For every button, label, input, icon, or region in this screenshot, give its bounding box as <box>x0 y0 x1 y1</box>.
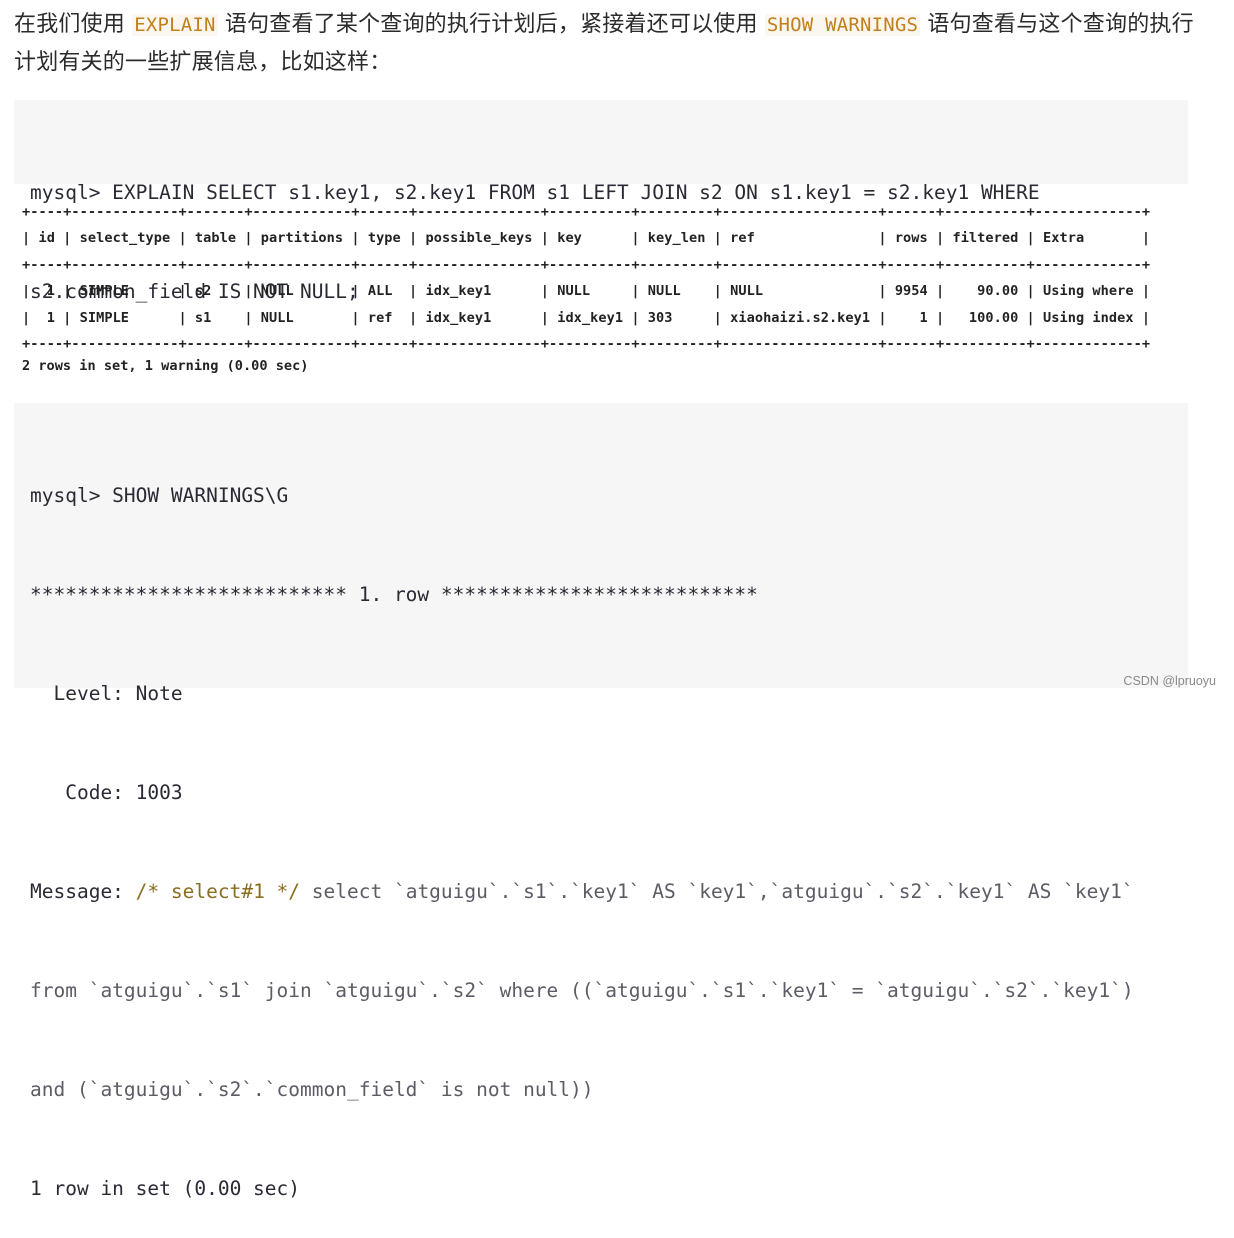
code-value: 1003 <box>123 781 183 804</box>
level-label: Level: <box>30 682 124 705</box>
message-continuation: from `atguigu`.`s1` join `atguigu`.`s2` … <box>30 979 1134 1002</box>
message-comment: /* select#1 */ <box>135 880 301 903</box>
code-label: Code: <box>30 781 124 804</box>
table-border: +----+-------------+-------+------------… <box>22 204 1151 220</box>
table-border: +----+-------------+-------+------------… <box>22 256 1151 273</box>
warnings-footer: 1 row in set (0.00 sec) <box>30 1177 301 1200</box>
message-continuation: and (`atguigu`.`s2`.`common_field` is no… <box>30 1078 594 1101</box>
inline-code-show-warnings: SHOW WARNINGS <box>764 14 921 36</box>
csdn-watermark: CSDN @lpruoyu <box>1123 674 1216 688</box>
level-value: Note <box>123 682 183 705</box>
warnings-message-line: Message: /* select#1 */ select `atguigu`… <box>30 875 1188 908</box>
explain-code-block[interactable]: mysql> EXPLAIN SELECT s1.key1, s2.key1 F… <box>14 100 1188 303</box>
table-row: | 1 | SIMPLE | s1 | NULL | ref | idx_key… <box>22 309 1151 326</box>
message-label: Message: <box>30 880 136 903</box>
explain-result-table: +----+-------------+-------+------------… <box>22 199 1150 357</box>
message-text: select `atguigu`.`s1`.`key1` AS `key1`,`… <box>300 880 1134 903</box>
explain-result-summary: 2 rows in set, 1 warning (0.00 sec) <box>22 358 309 374</box>
warnings-command: mysql> SHOW WARNINGS\G <box>30 484 289 507</box>
warnings-code-line: Code: 1003 <box>30 776 1188 809</box>
table-border: +----+-------------+-------+------------… <box>22 336 1151 353</box>
show-warnings-code-block[interactable]: mysql> SHOW WARNINGS\G *****************… <box>14 403 1188 1200</box>
warnings-row-header: *************************** 1. row *****… <box>30 583 758 606</box>
inline-code-explain: EXPLAIN <box>132 14 218 36</box>
warnings-level-line: Level: Note <box>30 677 1188 710</box>
intro-text-1: 在我们使用 <box>14 12 133 37</box>
intro-text-2: 语句查看了某个查询的执行计划后，紧接着还可以使用 <box>217 12 765 37</box>
table-row: | 1 | SIMPLE | s2 | NULL | ALL | idx_key… <box>22 283 1151 300</box>
intro-paragraph: 在我们使用 EXPLAIN 语句查看了某个查询的执行计划后，紧接着还可以使用 S… <box>14 6 1194 81</box>
table-header-row: | id | select_type | table | partitions … <box>22 230 1151 247</box>
